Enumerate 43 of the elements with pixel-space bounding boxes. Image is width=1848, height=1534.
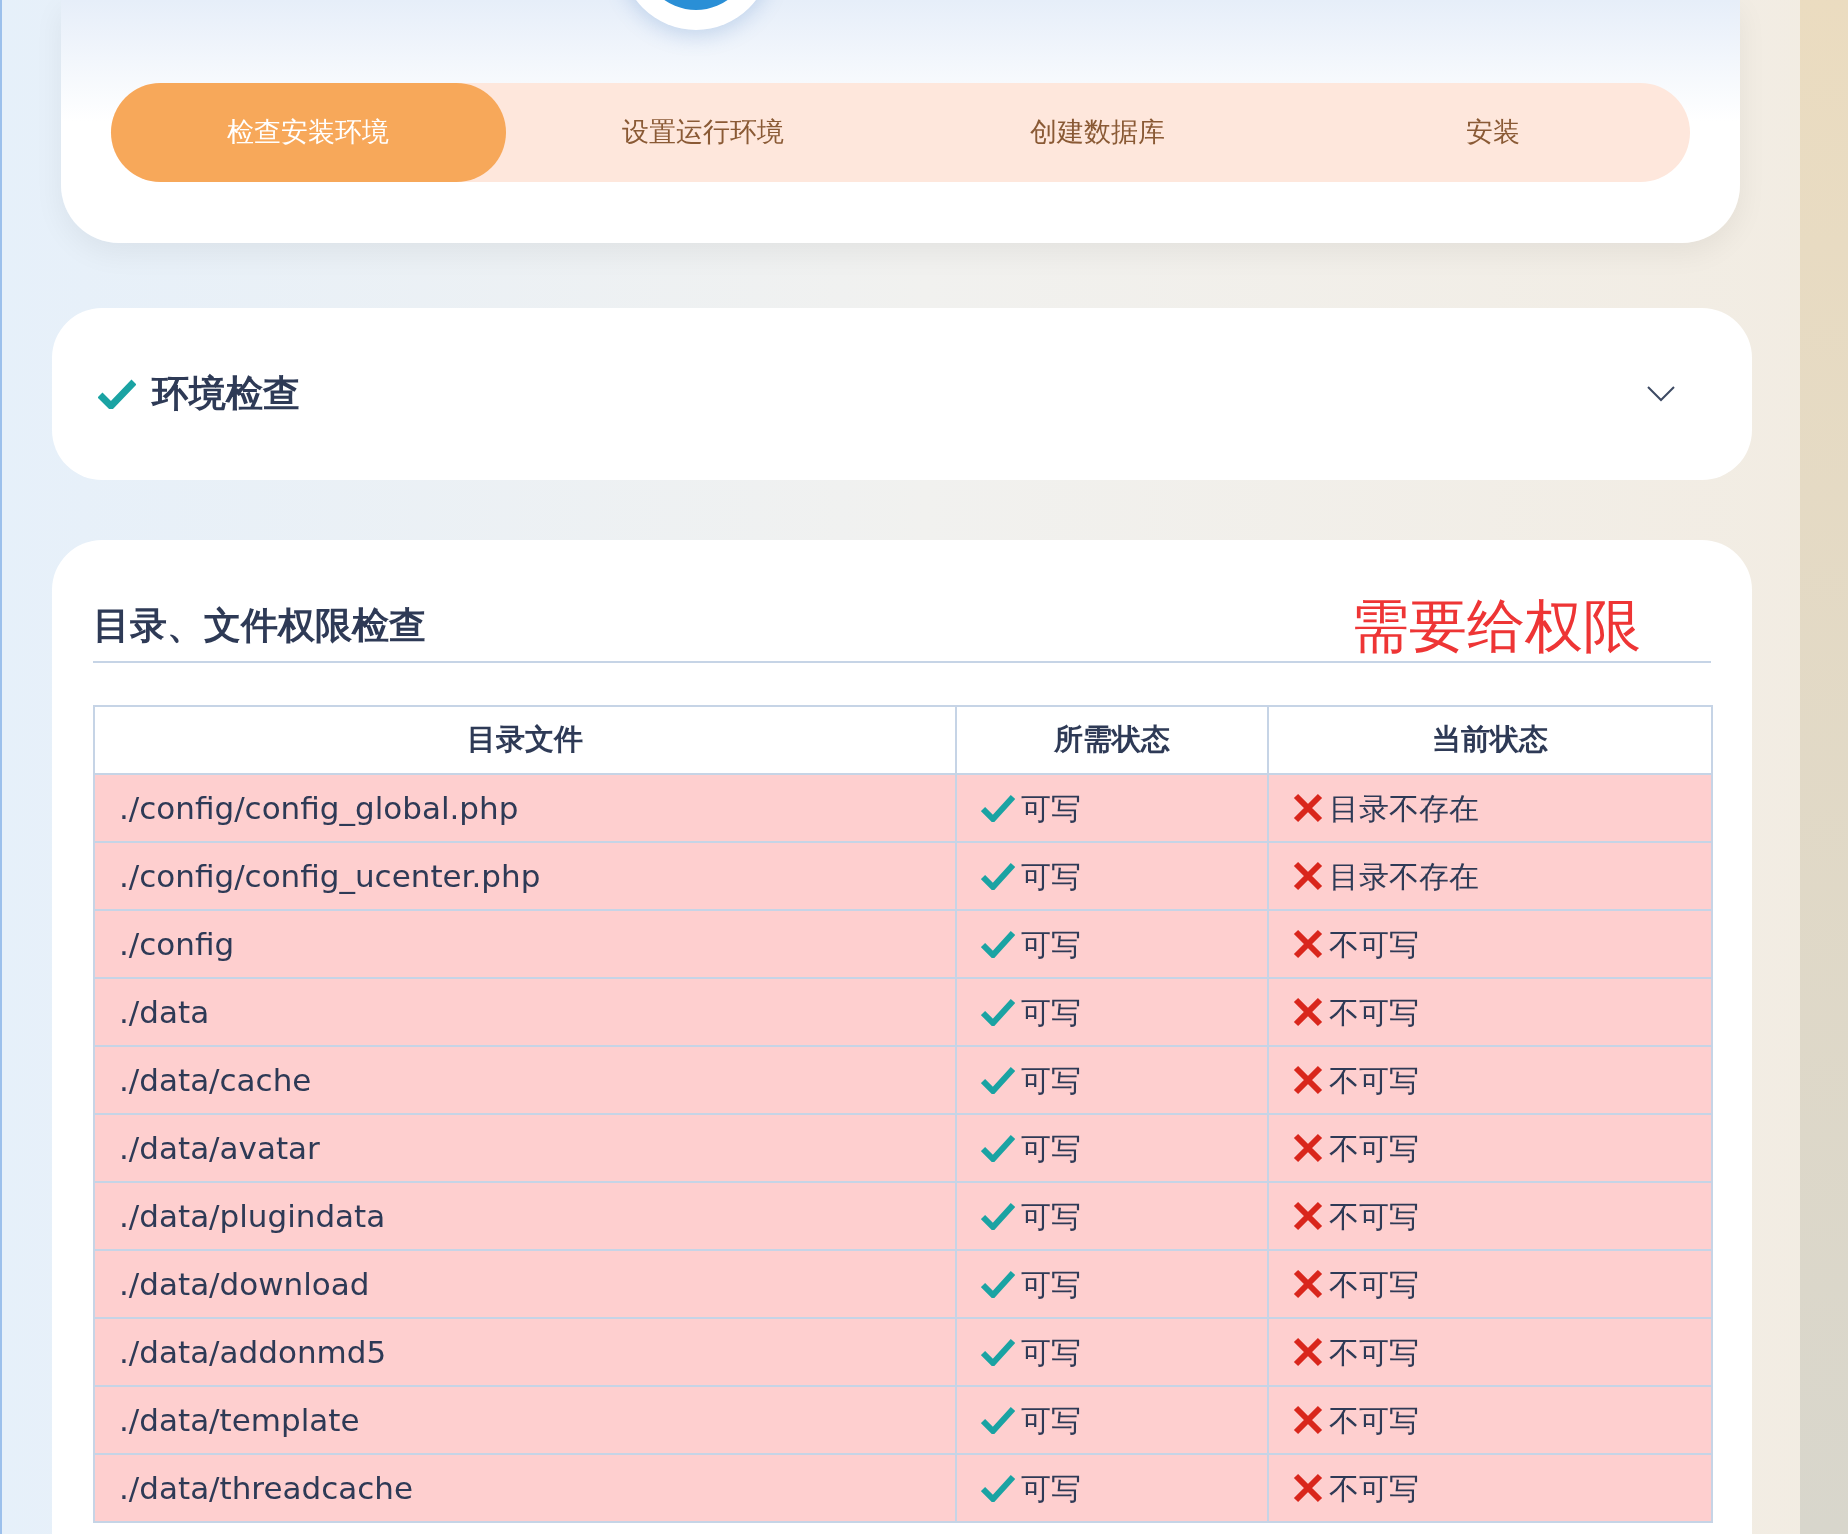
path-text: ./config/config_ucenter.php bbox=[119, 857, 541, 894]
path-text: ./data/cache bbox=[119, 1061, 312, 1098]
status-text: 不可写 bbox=[1329, 1197, 1419, 1236]
status-text: 可写 bbox=[1021, 993, 1081, 1032]
status-text: 可写 bbox=[1021, 1469, 1081, 1508]
path-text: ./data/addonmd5 bbox=[119, 1333, 387, 1370]
status-text: 不可写 bbox=[1329, 1129, 1419, 1168]
status-text: 可写 bbox=[1021, 1061, 1081, 1100]
status-text: 不可写 bbox=[1329, 1333, 1419, 1372]
note-text: 需要给权限 bbox=[1351, 596, 1641, 655]
path-text: ./data/template bbox=[119, 1401, 360, 1438]
status-text: 不可写 bbox=[1329, 1469, 1419, 1508]
section-title: 目录、文件权限检查 bbox=[93, 602, 426, 649]
column-header: 目录文件 bbox=[94, 706, 956, 774]
path-text: ./data/avatar bbox=[119, 1129, 320, 1166]
status-text: 可写 bbox=[1021, 1197, 1081, 1236]
path-text: ./data bbox=[119, 993, 210, 1030]
status-text: 不可写 bbox=[1329, 1265, 1419, 1304]
status-text: 可写 bbox=[1021, 857, 1081, 896]
step-tab[interactable]: 创建数据库 bbox=[900, 83, 1296, 182]
status-text: 不可写 bbox=[1329, 925, 1419, 964]
status-text: 可写 bbox=[1021, 1401, 1081, 1440]
chevron-icon[interactable] bbox=[1646, 384, 1676, 404]
column-header: 所需状态 bbox=[956, 706, 1268, 774]
step-tab[interactable]: 设置运行环境 bbox=[505, 83, 901, 182]
status-text: 可写 bbox=[1021, 1333, 1081, 1372]
path-text: ./config/config_global.php bbox=[119, 789, 519, 826]
path-text: ./data/download bbox=[119, 1265, 370, 1302]
status-text: 目录不存在 bbox=[1329, 789, 1479, 828]
status-text: 可写 bbox=[1021, 1129, 1081, 1168]
status-text: 可写 bbox=[1021, 1265, 1081, 1304]
section-title: 环境检查 bbox=[152, 371, 300, 418]
path-text: ./config bbox=[119, 925, 235, 962]
path-text: ./data/plugindata bbox=[119, 1197, 386, 1234]
path-text: ./data/threadcache bbox=[119, 1469, 413, 1506]
status-text: 不可写 bbox=[1329, 1061, 1419, 1100]
status-text: 可写 bbox=[1021, 789, 1081, 828]
status-text: 可写 bbox=[1021, 925, 1081, 964]
status-text: 不可写 bbox=[1329, 993, 1419, 1032]
status-text: 目录不存在 bbox=[1329, 857, 1479, 896]
column-header: 当前状态 bbox=[1268, 706, 1712, 774]
status-text: 不可写 bbox=[1329, 1401, 1419, 1440]
step-tab[interactable]: 安装 bbox=[1295, 83, 1690, 182]
